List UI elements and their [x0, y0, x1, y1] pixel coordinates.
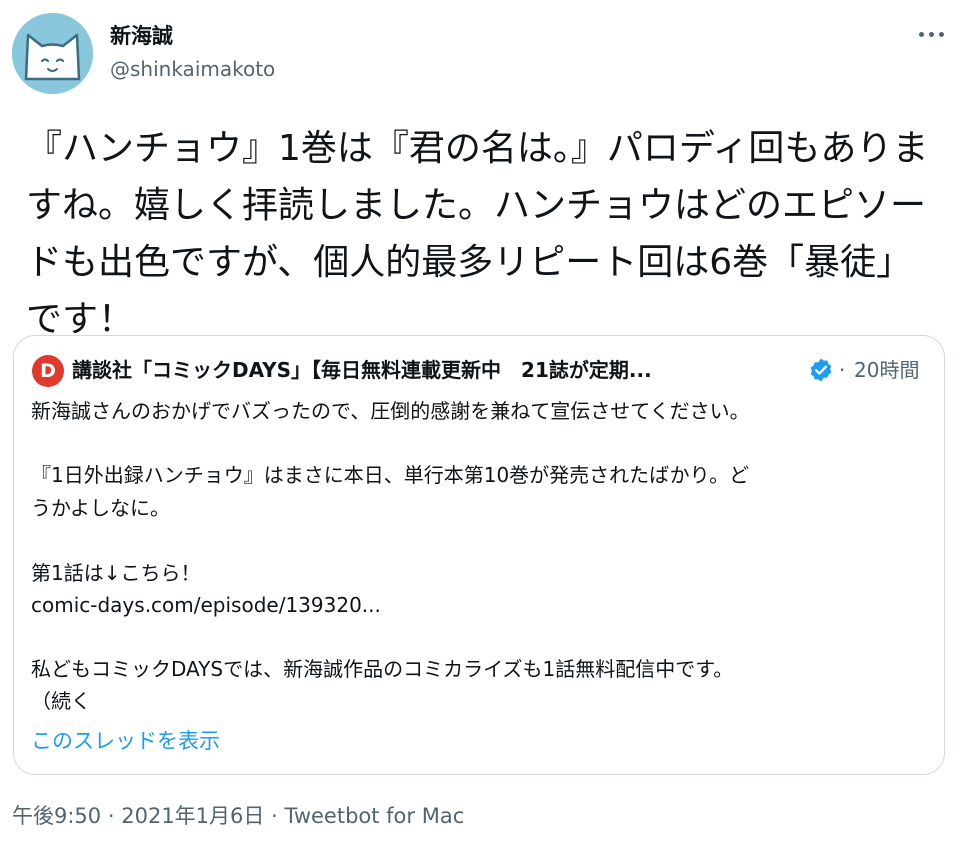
tweet-date[interactable]: 2021年1月6日 — [121, 804, 264, 828]
verified-badge-icon — [810, 358, 832, 382]
quoted-episode-link[interactable]: comic-days.com/episode/139320... — [31, 590, 381, 620]
quoted-separator: · — [839, 358, 846, 382]
quoted-text-line: うかよしなに。 — [31, 496, 170, 520]
meta-separator: · — [107, 804, 115, 828]
quoted-text-line: （続く — [31, 689, 91, 713]
quoted-text-line: 第1話は↓こちら！ — [31, 561, 201, 585]
comic-days-logo-icon: D — [32, 355, 64, 387]
tweet-time[interactable]: 午後9:50 — [12, 804, 101, 828]
show-thread-link[interactable]: このスレッドを表示 — [31, 726, 220, 756]
author-avatar[interactable] — [12, 13, 93, 94]
quoted-text-line: 『1日外出録ハンチョウ』はまさに本日、単行本第10巻が発売されたばかり。ど — [31, 463, 750, 487]
quoted-timestamp[interactable]: 20時間 — [854, 356, 919, 384]
tweet-metadata: 午後9:50 · 2021年1月6日 · Tweetbot for Mac — [12, 801, 464, 831]
author-handle[interactable]: @shinkaimakoto — [110, 56, 275, 82]
tweet-text: 『ハンチョウ』1巻は『君の名は。』パロディ回もありますね。嬉しく拝読しました。ハ… — [26, 128, 929, 340]
quoted-text-line: 新海誠さんのおかげでバズったので、圧倒的感謝を兼ねて宣伝させてください。 — [31, 399, 750, 423]
tweet-source[interactable]: Tweetbot for Mac — [284, 804, 464, 828]
quoted-account-name[interactable]: 講談社「コミックDAYS」【毎日無料連載更新中 21誌が定期... — [72, 356, 788, 384]
author-display-name[interactable]: 新海誠 — [110, 22, 173, 50]
more-options-icon[interactable] — [915, 22, 949, 46]
quoted-tweet-card[interactable]: D 講談社「コミックDAYS」【毎日無料連載更新中 21誌が定期... · 20… — [13, 335, 945, 775]
meta-separator: · — [271, 804, 278, 828]
quoted-text-line: 私どもコミックDAYSでは、新海誠作品のコミカライズも1話無料配信中です。 — [31, 657, 734, 681]
cat-face-avatar-icon — [12, 13, 93, 94]
